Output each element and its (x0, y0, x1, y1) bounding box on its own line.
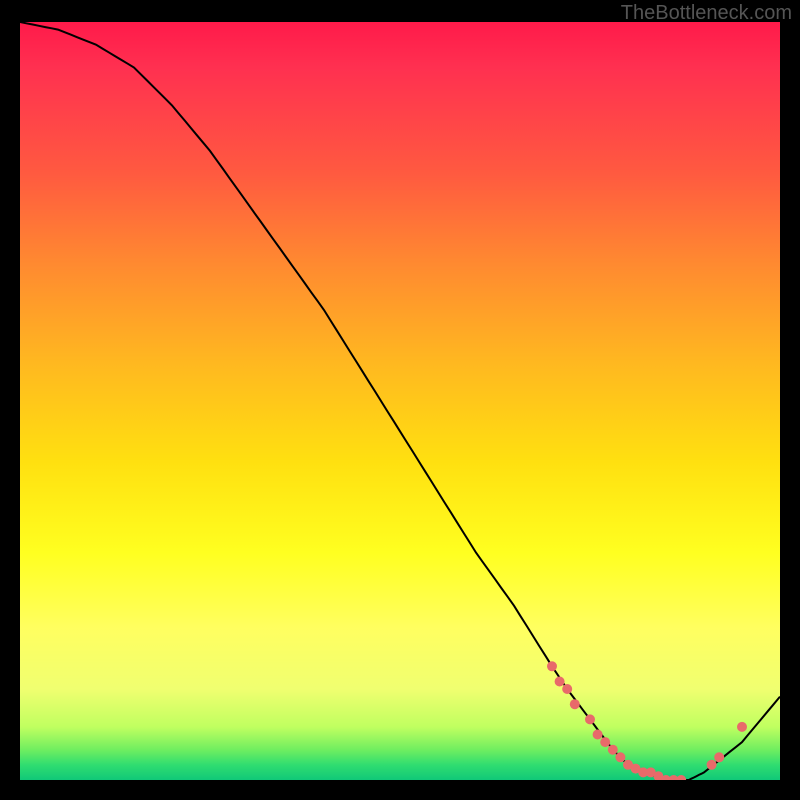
marker-dot (585, 714, 595, 724)
plot-area (20, 22, 780, 780)
marker-dot (676, 775, 686, 780)
marker-dot (547, 661, 557, 671)
marker-dot (555, 677, 565, 687)
marker-dot (615, 752, 625, 762)
marker-dot (608, 745, 618, 755)
marker-dot (600, 737, 610, 747)
marker-dot (562, 684, 572, 694)
marker-dot (570, 699, 580, 709)
chart-container: TheBottleneck.com (0, 0, 800, 800)
marker-dot (593, 730, 603, 740)
marker-dot (707, 760, 717, 770)
bottleneck-curve (20, 22, 780, 780)
marker-dot (737, 722, 747, 732)
marker-dot (714, 752, 724, 762)
curve-svg (20, 22, 780, 780)
watermark-text: TheBottleneck.com (621, 2, 792, 25)
